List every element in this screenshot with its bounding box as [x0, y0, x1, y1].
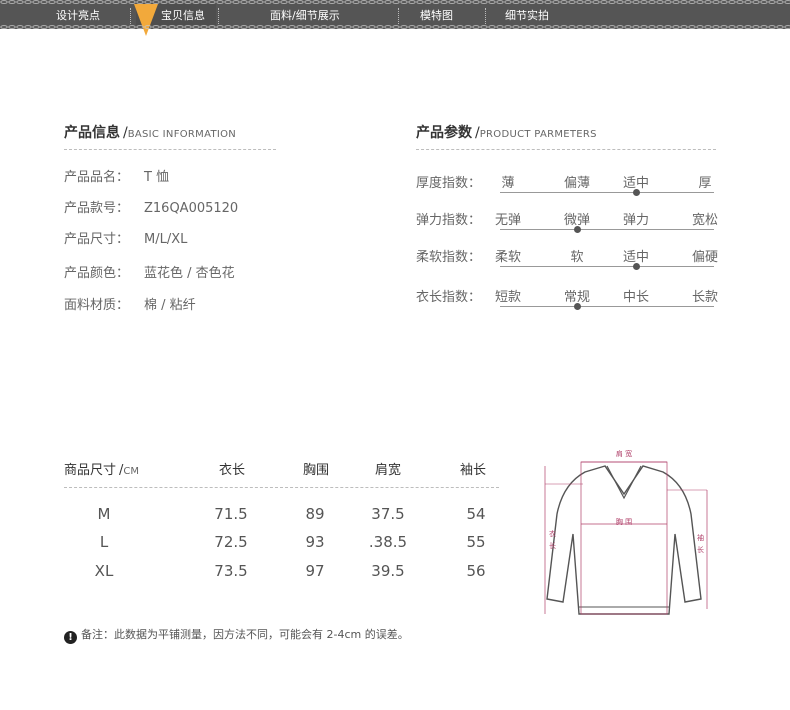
- size-cell: M: [97, 505, 111, 523]
- size-header-length: 衣长: [219, 463, 246, 478]
- size-value-cell: 54: [466, 505, 486, 523]
- nav-active-marker: [134, 4, 158, 36]
- size-value-cell: 37.5: [371, 505, 405, 523]
- info-row-color: 产品颜色： 蓝花色 / 杏色花: [64, 266, 235, 281]
- info-section-title-en: BASIC INFORMATION: [127, 129, 237, 140]
- param-option: 厚: [698, 176, 712, 191]
- nav-separator: [130, 8, 131, 24]
- size-value-cell: 89: [305, 505, 325, 523]
- param-option: 无弹: [494, 213, 521, 228]
- param-option: 偏硬: [691, 250, 718, 265]
- nav-separator: [398, 8, 399, 24]
- nav-tab-detail-shots[interactable]: 细节实拍: [505, 9, 549, 22]
- nav-tab-design-highlights[interactable]: 设计亮点: [56, 9, 100, 22]
- nav-tab-fabric-details[interactable]: 面料/细节展示: [270, 9, 340, 22]
- size-value-cell: 56: [466, 562, 486, 580]
- param-scale-line: [500, 306, 714, 307]
- param-label: 厚度指数：: [416, 176, 482, 191]
- size-table-divider: [64, 487, 499, 488]
- param-label: 柔软指数：: [416, 250, 482, 265]
- param-label: 弹力指数：: [416, 213, 482, 228]
- param-option: 弹力: [622, 213, 649, 228]
- info-row-size: 产品尺寸： M/L/XL: [64, 232, 188, 247]
- param-option: 软: [570, 250, 584, 265]
- diagram-label-sleeve-1: 袖: [697, 533, 704, 542]
- params-section-title: 产品参数/PRODUCT PARMETERS: [416, 125, 597, 141]
- param-option: 偏薄: [563, 176, 590, 191]
- size-header-shoulder: 肩宽: [375, 463, 402, 478]
- param-scale-line: [500, 266, 714, 267]
- param-option: 中长: [622, 290, 649, 305]
- garment-outline: [546, 465, 702, 615]
- nav-separator: [485, 8, 486, 24]
- param-option: 薄: [501, 176, 515, 191]
- param-option: 柔软: [494, 250, 521, 265]
- size-value-cell: 97: [305, 562, 325, 580]
- size-value-cell: 73.5: [214, 562, 248, 580]
- size-header-sleeve: 袖长: [460, 463, 487, 478]
- size-value-cell: 39.5: [371, 562, 405, 580]
- nav-tab-model-photos[interactable]: 模特图: [420, 9, 453, 22]
- info-row-material: 面料材质：棉 / 粘纤: [64, 298, 196, 313]
- param-label: 衣长指数：: [416, 290, 482, 305]
- diagram-label-length-2: 长: [549, 541, 556, 550]
- params-divider: [416, 149, 716, 150]
- size-value-cell: 93: [305, 533, 325, 551]
- nav-chain-decoration-top: [0, 0, 790, 4]
- info-row-style-number: 产品款号： Z16QA005120: [64, 201, 239, 216]
- warning-icon: !: [64, 631, 77, 644]
- params-section-title-en: PRODUCT PARMETERS: [479, 129, 597, 140]
- info-divider: [64, 149, 276, 150]
- nav-chain-decoration-bottom: [0, 25, 790, 29]
- note-text: 备注：此数据为平铺测量，因方法不同，可能会有 2-4cm 的误差。: [81, 628, 409, 641]
- nav-tab-product-info[interactable]: 宝贝信息: [161, 9, 205, 22]
- top-nav: 设计亮点 宝贝信息 面料/细节展示 模特图 细节实拍: [0, 0, 790, 36]
- size-value-cell: .38.5: [368, 533, 408, 551]
- size-header-chest: 胸围: [303, 463, 330, 478]
- diagram-label-length-1: 衣: [549, 529, 556, 538]
- diagram-label-chest: 胸 围: [616, 517, 632, 526]
- param-scale-line: [500, 229, 714, 230]
- nav-separator: [218, 8, 219, 24]
- size-cell: L: [99, 533, 109, 551]
- size-cell: XL: [94, 562, 114, 580]
- param-selected-dot: [574, 303, 581, 310]
- param-selected-dot: [574, 226, 581, 233]
- param-selected-dot: [633, 263, 640, 270]
- size-value-cell: 72.5: [214, 533, 248, 551]
- param-scale-line: [500, 192, 714, 193]
- size-value-cell: 55: [466, 533, 486, 551]
- garment-measurement-diagram: 肩 宽 胸 围 衣 长 袖 长: [544, 449, 708, 615]
- info-section-title: 产品信息/BASIC INFORMATION: [64, 125, 237, 141]
- param-option: 宽松: [691, 213, 718, 228]
- param-selected-dot: [633, 189, 640, 196]
- measurement-note: ! 备注：此数据为平铺测量，因方法不同，可能会有 2-4cm 的误差。: [64, 626, 409, 644]
- size-table-title: 商品尺寸/CM: [64, 463, 140, 478]
- size-value-cell: 71.5: [214, 505, 248, 523]
- diagram-label-shoulder: 肩 宽: [616, 449, 632, 458]
- info-row-name: 产品品名： T 恤: [64, 170, 170, 185]
- param-option: 短款: [494, 290, 521, 305]
- param-option: 长款: [691, 290, 718, 305]
- diagram-label-sleeve-2: 长: [697, 545, 704, 554]
